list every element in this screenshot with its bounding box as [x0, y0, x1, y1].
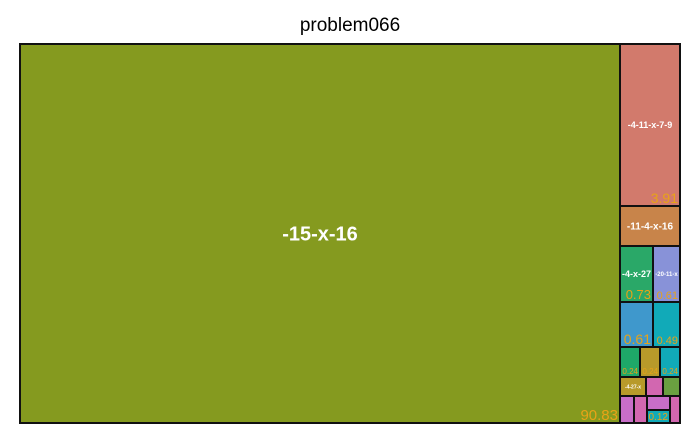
treemap-tile — [633, 395, 648, 424]
tile-label: -4-x-27 — [622, 269, 651, 279]
tile-label: -20-11-x — [655, 272, 678, 278]
treemap-chart: -15-x-16 90.83 -4-11-x-7-9 3.91 -11-4-x-16 -4… — [19, 43, 681, 424]
tile-value: 0.12 — [649, 412, 669, 423]
tile-value: 0.24 — [622, 367, 638, 376]
tile-value: 0.24 — [642, 367, 658, 376]
treemap-tile — [669, 395, 681, 424]
tile-label: -15-x-16 — [282, 224, 358, 246]
tile-value: 0.24 — [662, 367, 678, 376]
tile-value: 0.49 — [657, 335, 678, 347]
tile-value: 0.61 — [624, 331, 651, 347]
treemap-tile — [662, 376, 681, 397]
tile-value: 0.61 — [657, 290, 678, 302]
treemap-tile — [646, 395, 671, 411]
treemap-tile — [619, 395, 635, 424]
tile-label: -4-11-x-7-9 — [628, 120, 673, 130]
tile-label: -4-27-x — [625, 384, 641, 390]
treemap-tile — [645, 376, 664, 397]
tile-value: 3.91 — [651, 190, 678, 206]
tile-value: 0.73 — [626, 287, 651, 302]
tile-value: 90.83 — [580, 407, 618, 424]
tile-label: -11-4-x-16 — [627, 222, 674, 233]
